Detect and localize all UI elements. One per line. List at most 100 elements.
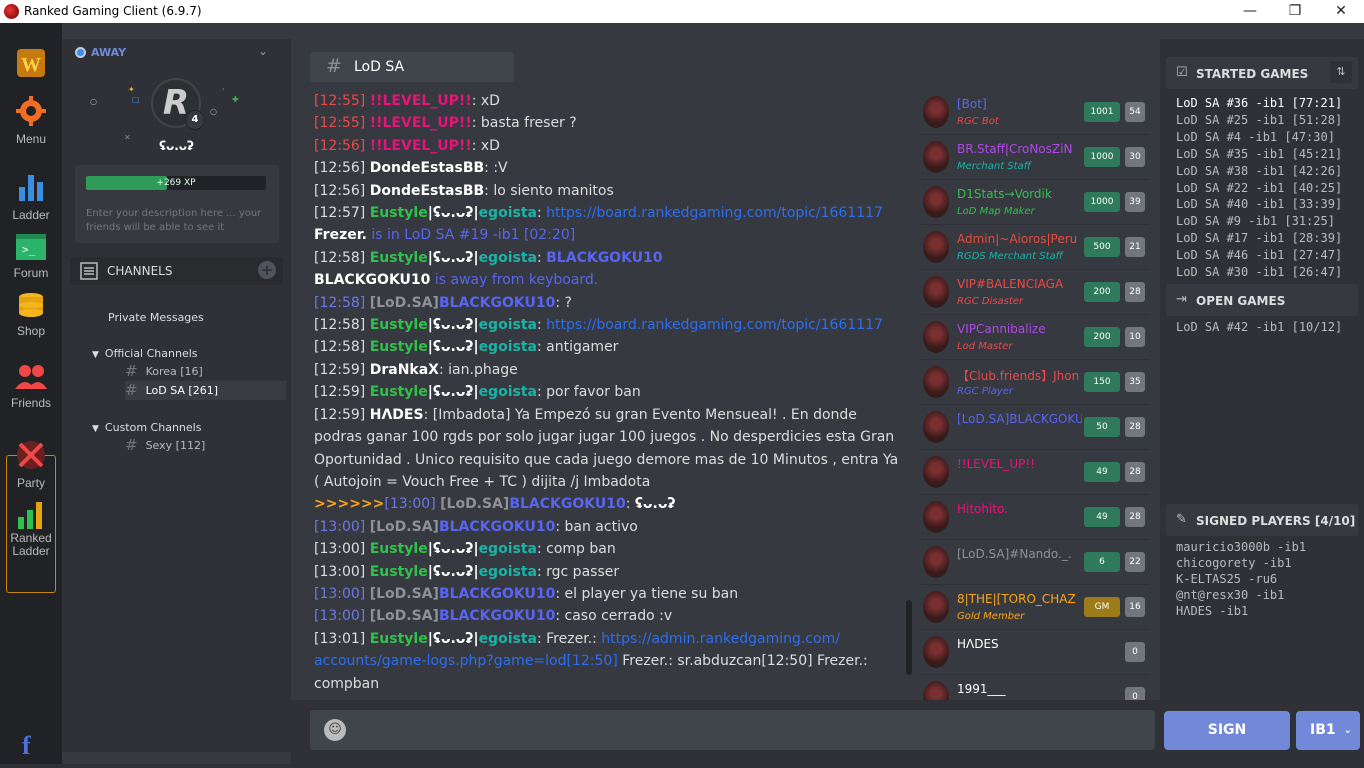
close-button[interactable]: ✕ [1318,0,1364,23]
message-username[interactable]: ʢᴗ.ᴗʡ [433,564,474,580]
signed-player-item[interactable]: @nt@resx30 -ib1 [1176,587,1306,603]
game-logo-icon[interactable]: W [0,47,62,82]
emoji-icon[interactable]: ☺ [324,719,346,741]
user-list[interactable]: [Bot] RGC Bot 1001 54 BR.Staff|CroNosZiN Merc… [919,90,1150,702]
message-username[interactable]: Eustyle [370,541,428,557]
message-username[interactable]: ʢᴗ.ᴗʡ [433,339,474,355]
signed-player-item[interactable]: K-ELTAS25 -ru6 [1176,571,1306,587]
message-username[interactable]: egoista [479,317,537,333]
message-username[interactable]: !!LEVEL_UP!! [370,115,472,131]
game-item[interactable]: LoD SA #36 -ib1 [77:21] [1176,95,1342,112]
user-row[interactable]: VIPCannibalize Lod Master 200 10 [919,315,1150,360]
realm-select[interactable]: IB1 ⌄ [1296,711,1360,750]
game-item[interactable]: LoD SA #25 -ib1 [51:28] [1176,112,1342,129]
message-username[interactable]: egoista [479,205,537,221]
filter-icon[interactable]: ⇅ [1330,61,1352,83]
open-games-list[interactable]: LoD SA #42 -ib1 [10/12] [1176,319,1342,336]
message-username[interactable]: !!LEVEL_UP!! [370,93,472,109]
message-username[interactable]: ʢᴗ.ᴗʡ [433,631,474,647]
user-row[interactable]: [Bot] RGC Bot 1001 54 [919,90,1150,135]
message-input[interactable]: ☺ [310,710,1155,750]
message-username[interactable]: ʢᴗ.ᴗʡ [433,205,474,221]
message-username[interactable]: Eustyle [370,339,428,355]
channel-korea[interactable]: # Korea [16] [125,362,286,381]
game-item[interactable]: LoD SA #35 -ib1 [45:21] [1176,146,1342,163]
private-messages-link[interactable]: Private Messages [108,311,204,324]
description-input[interactable]: Enter your description here ... your fri… [86,207,271,235]
message-link[interactable]: https://board.rankedgaming.com/topic/166… [546,317,883,333]
sign-button[interactable]: SIGN [1164,711,1290,750]
message-username[interactable]: HΛDES [370,407,424,423]
message-username[interactable]: ʢᴗ.ᴗʡ [433,541,474,557]
message-username[interactable]: BLACKGOKU10 [439,295,555,311]
user-row[interactable]: D1Stats→Vordik LoD Map Maker 1000 39 [919,180,1150,225]
user-row[interactable]: [LoD.SA]#Nando._. 6 22 [919,540,1150,585]
message-username[interactable]: Eustyle [370,384,428,400]
channel-lod-sa[interactable]: # LoD SA [261] [125,381,286,400]
game-item[interactable]: LoD SA #22 -ib1 [40:25] [1176,180,1342,197]
user-row[interactable]: 1991___ 0 [919,675,1150,702]
user-row[interactable]: Admin|~Aioros|Peru RGDS Merchant Staff 500… [919,225,1150,270]
message-username[interactable]: BLACKGOKU10 [439,586,555,602]
message-list[interactable]: [12:55] !!LEVEL_UP!!: xD [12:55] !!LEVEL_… [314,90,906,700]
started-games-list[interactable]: LoD SA #36 -ib1 [77:21] LoD SA #25 -ib1 [… [1176,95,1342,279]
message-username[interactable]: ʢᴗ.ᴗʡ [433,250,474,266]
status-selector[interactable]: AWAY [75,46,126,59]
message-username[interactable]: DondeEstasBB [370,183,484,199]
message-username[interactable]: Eustyle [370,317,428,333]
message-username[interactable]: DraNkaX [370,362,439,378]
message-username[interactable]: Eustyle [370,205,428,221]
message-username[interactable]: ʢᴗ.ᴗʡ [433,317,474,333]
channel-sexy[interactable]: # Sexy [112] [125,436,286,455]
message-username[interactable]: ʢᴗ.ᴗʡ [433,384,474,400]
signed-player-item[interactable]: HΛDES -ib1 [1176,603,1306,619]
game-item[interactable]: LoD SA #40 -ib1 [33:39] [1176,196,1342,213]
facebook-icon[interactable]: f [22,731,31,761]
message-username[interactable]: egoista [479,384,537,400]
message-username[interactable]: egoista [479,250,537,266]
signed-players-list[interactable]: mauricio3000b -ib1 chicogorety -ib1 K-ELTA… [1176,539,1306,619]
message-username[interactable]: BLACKGOKU10 [314,272,430,288]
message-username[interactable]: Eustyle [370,631,428,647]
message-username[interactable]: egoista [479,339,537,355]
message-username[interactable]: Eustyle [370,250,428,266]
signed-player-item[interactable]: chicogorety -ib1 [1176,555,1306,571]
user-row[interactable]: !!LEVEL_UP!! 49 28 [919,450,1150,495]
open-game-item[interactable]: LoD SA #42 -ib1 [10/12] [1176,319,1342,336]
nav-party[interactable]: Party [0,439,62,490]
message-username[interactable]: DondeEstasBB [370,160,484,176]
message-link[interactable]: https://board.rankedgaming.com/topic/166… [546,205,883,221]
user-row[interactable]: HΛDES 0 [919,630,1150,675]
message-username[interactable]: !!LEVEL_UP!! [370,138,472,154]
nav-friends[interactable]: Friends [0,363,62,410]
message-username[interactable]: BLACKGOKU10 [509,496,625,512]
avatar[interactable]: R4 [151,78,205,130]
user-row[interactable]: 【Club.friends】Jhon RGC Player 150 35 [919,360,1150,405]
message-username[interactable]: egoista [479,564,537,580]
nav-shop[interactable]: Shop [0,291,62,338]
official-channels-group[interactable]: ▼ Official Channels [92,347,198,360]
message-username[interactable]: BLACKGOKU10 [439,519,555,535]
message-username[interactable]: egoista [479,631,537,647]
message-username[interactable]: Eustyle [370,564,428,580]
signed-player-item[interactable]: mauricio3000b -ib1 [1176,539,1306,555]
chevron-down-icon[interactable]: ⌄ [258,44,268,58]
message-username[interactable]: BLACKGOKU10 [439,608,555,624]
user-row[interactable]: VIP#BALENCIAGA RGC Disaster 200 28 [919,270,1150,315]
custom-channels-group[interactable]: ▼ Custom Channels [92,421,201,434]
nav-forum[interactable]: >_ Forum [0,233,62,280]
tab-lod-sa[interactable]: # LoD SA [310,52,514,82]
game-item[interactable]: LoD SA #17 -ib1 [28:39] [1176,230,1342,247]
maximize-button[interactable]: ❐ [1272,0,1318,23]
game-item[interactable]: LoD SA #4 -ib1 [47:30] [1176,129,1342,146]
user-row[interactable]: 8|THE|[TORO_CHAZ Gold Member GM 16 [919,585,1150,630]
message-username[interactable]: egoista [479,541,537,557]
user-row[interactable]: Hitohito. 49 28 [919,495,1150,540]
minimize-button[interactable]: — [1227,0,1273,23]
message-username[interactable]: Frezer. [314,227,367,243]
game-item[interactable]: LoD SA #46 -ib1 [27:47] [1176,247,1342,264]
user-row[interactable]: BR.Staff|CroNosZiN Merchant Staff 1000 30 [919,135,1150,180]
nav-ladder[interactable]: Ladder [0,171,62,222]
game-item[interactable]: LoD SA #9 -ib1 [31:25] [1176,213,1342,230]
chat-scrollbar[interactable] [906,600,912,675]
